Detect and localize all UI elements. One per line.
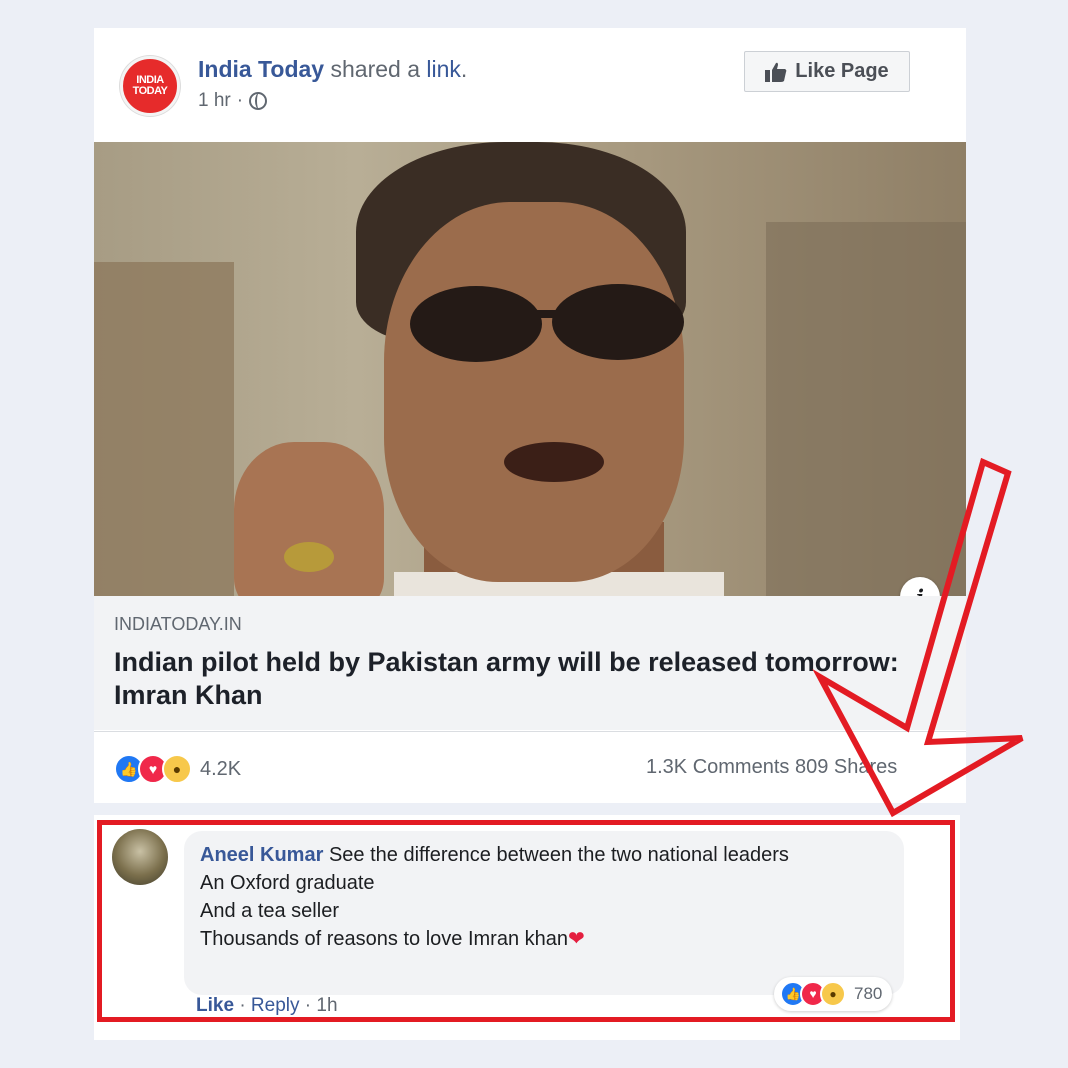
photo-sunglasses — [410, 284, 684, 362]
globe-icon — [249, 92, 268, 110]
link-domain: INDIATODAY.IN — [114, 614, 242, 634]
comment-reactions[interactable]: 👍 ♥ ● 780 — [774, 977, 893, 1011]
photo-hand — [234, 442, 384, 596]
like-page-label: Like Page — [795, 60, 889, 82]
comment-reaction-count: 780 — [854, 984, 883, 1003]
post-meta: 1 hr · — [198, 90, 268, 112]
link-preview-image[interactable] — [94, 142, 966, 596]
photo-background — [94, 262, 234, 596]
comment-bubble: Aneel Kumar See the difference between t… — [184, 831, 904, 995]
haha-reaction-icon: ● — [820, 981, 846, 1007]
comment-line: See the difference between the two natio… — [328, 844, 789, 866]
wow-reaction-icon: ● — [162, 754, 192, 784]
period: . — [460, 56, 468, 82]
comment-time[interactable]: 1h — [316, 995, 337, 1016]
comment-author[interactable]: Aneel Kumar — [200, 844, 323, 866]
logo-text-line2: TODAY — [132, 85, 168, 97]
heart-emoji-icon: ❤ — [568, 928, 585, 950]
post-stats: 👍 ♥ ● 4.2K 1.3K Comments 809 Shares — [94, 731, 966, 803]
comment-line: An Oxford graduate — [200, 872, 375, 894]
shared-link-word[interactable]: link — [426, 56, 461, 82]
comment-like-button[interactable]: Like — [196, 995, 234, 1016]
like-page-button[interactable]: Like Page — [744, 51, 910, 92]
link-headline[interactable]: Indian pilot held by Pakistan army will … — [114, 646, 934, 712]
page-avatar[interactable]: INDIA TODAY — [120, 56, 180, 116]
shares-count-link[interactable]: 809 Shares — [795, 756, 897, 778]
page-name-link[interactable]: India Today — [198, 56, 324, 82]
photo-background — [766, 222, 966, 596]
post-timestamp[interactable]: 1 hr — [198, 90, 231, 112]
post-header: INDIA TODAY India Today shared a link. 1… — [94, 28, 966, 142]
post-author-line: India Today shared a link. — [198, 56, 467, 83]
meta-separator: · — [236, 90, 244, 111]
shared-text: shared a — [330, 56, 420, 82]
photo-face — [384, 202, 684, 582]
comment-actions: Like · Reply · 1h — [196, 995, 338, 1017]
action-separator: · — [304, 995, 317, 1016]
thumbs-up-icon — [765, 62, 787, 82]
photo-ring — [284, 542, 334, 572]
commenter-avatar[interactable] — [112, 829, 168, 885]
comments-shares: 1.3K Comments 809 Shares — [646, 756, 897, 779]
reaction-summary[interactable]: 👍 ♥ ● 4.2K — [114, 754, 241, 784]
comment-reply-button[interactable]: Reply — [251, 995, 300, 1016]
comment-line-last: Thousands of reasons to love Imran khan❤ — [200, 925, 888, 953]
action-separator: · — [239, 995, 251, 1016]
comment-line: Thousands of reasons to love Imran khan — [200, 928, 568, 950]
comment-line: And a tea seller — [200, 900, 339, 922]
comment-section: Aneel Kumar See the difference between t… — [94, 815, 960, 1040]
photo-mouth — [504, 442, 604, 482]
post-card: INDIA TODAY India Today shared a link. 1… — [94, 28, 966, 803]
comments-count-link[interactable]: 1.3K Comments — [646, 756, 789, 778]
reaction-count: 4.2K — [200, 757, 242, 780]
